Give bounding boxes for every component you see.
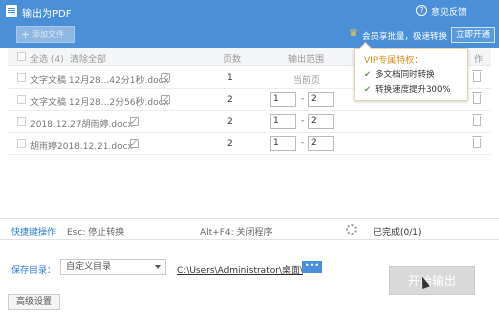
plus-icon: + bbox=[21, 28, 31, 41]
row-checkbox[interactable] bbox=[17, 95, 26, 104]
table-row: 胡雨婷2018.12.21.docx 2 1 - 2 bbox=[8, 133, 491, 155]
shortcut-esc: Esc: 停止转换 bbox=[67, 228, 125, 238]
row-checkbox[interactable] bbox=[17, 117, 26, 126]
add-file-label: 添加文件 bbox=[32, 30, 64, 39]
shortcut-title: 快捷键操作 bbox=[11, 228, 57, 238]
loading-spinner-icon bbox=[346, 224, 357, 235]
vip-feature-label: 多文档同时转换 bbox=[375, 70, 435, 80]
progress-status: 已完成(0/1) bbox=[373, 228, 422, 238]
vip-promo-text: 会员享批量，极速转换 bbox=[362, 32, 448, 42]
edit-icon[interactable] bbox=[130, 117, 139, 126]
advanced-settings-button[interactable]: 高级设置 bbox=[8, 294, 60, 310]
header-action: 作 bbox=[474, 55, 484, 65]
page-count: 2 bbox=[227, 139, 233, 149]
trash-icon[interactable] bbox=[472, 70, 482, 82]
range-from-input[interactable]: 1 bbox=[270, 92, 296, 107]
page-count: 1 bbox=[227, 73, 233, 83]
file-name: 2018.12.27胡雨婷.docx bbox=[30, 120, 133, 130]
chevron-down-icon bbox=[155, 265, 161, 269]
range-to-input[interactable]: 2 bbox=[308, 114, 334, 129]
crown-icon: ♛ bbox=[349, 28, 358, 39]
trash-icon[interactable] bbox=[472, 92, 482, 104]
header-range: 输出范围 bbox=[288, 55, 325, 65]
table-row: 2018.12.27胡雨婷.docx 2 1 - 2 bbox=[8, 111, 491, 133]
feedback-link[interactable]: 意见反馈 bbox=[431, 5, 467, 18]
save-path-link[interactable]: C:\Users\Administrator\桌面\ bbox=[177, 263, 303, 276]
range-to-input[interactable]: 2 bbox=[308, 92, 334, 107]
shortcut-alt-f4: Alt+F4: 关闭程序 bbox=[200, 228, 273, 238]
vip-tooltip: VIP专属特权： ✔ 多文档同时转换 ✔ 转换速度提升300% bbox=[354, 48, 468, 101]
edit-icon[interactable] bbox=[161, 95, 170, 104]
file-name: 胡雨婷2018.12.21.docx bbox=[30, 142, 133, 152]
check-icon: ✔ bbox=[364, 70, 372, 80]
title-bar: 输出为PDF ? 意见反馈 bbox=[0, 0, 499, 22]
range-dash: - bbox=[301, 116, 305, 126]
save-dir-option: 自定义目录 bbox=[66, 262, 112, 272]
vip-tooltip-title: VIP专属特权： bbox=[364, 56, 424, 66]
start-output-button[interactable]: 开始输出 bbox=[389, 266, 475, 295]
save-dir-select[interactable]: 自定义目录 bbox=[60, 259, 166, 275]
clear-all-link[interactable]: 清除全部 bbox=[70, 52, 106, 65]
file-name: 文字文稿 12月28...42分1秒.docx bbox=[30, 76, 169, 86]
question-icon[interactable]: ? bbox=[416, 5, 427, 16]
edit-icon[interactable] bbox=[161, 73, 170, 82]
header-pages: 页数 bbox=[223, 55, 242, 65]
vip-feature-item: ✔ 多文档同时转换 bbox=[364, 68, 435, 80]
page-count: 2 bbox=[227, 117, 233, 127]
range-dash: - bbox=[301, 94, 305, 104]
range-from-input[interactable]: 1 bbox=[270, 136, 296, 151]
browse-button[interactable]: ••• bbox=[302, 261, 322, 273]
vip-feature-item: ✔ 转换速度提升300% bbox=[364, 83, 450, 95]
row-checkbox[interactable] bbox=[17, 73, 26, 82]
range-to-input[interactable]: 2 bbox=[308, 136, 334, 151]
file-name: 文字文稿 12月28...2分56秒.docx bbox=[30, 98, 169, 108]
pdf-app-icon bbox=[6, 5, 17, 17]
save-dir-label: 保存目录： bbox=[11, 266, 57, 276]
trash-icon[interactable] bbox=[472, 136, 482, 148]
range-current-page: 当前页 bbox=[293, 76, 321, 86]
trash-icon[interactable] bbox=[472, 114, 482, 126]
toolbar: + 添加文件 ♛ 会员享批量，极速转换 立即开通 bbox=[0, 22, 499, 48]
add-file-button[interactable]: + 添加文件 bbox=[16, 26, 75, 43]
select-all-label: 全选 (4) bbox=[30, 55, 64, 65]
edit-icon[interactable] bbox=[130, 139, 139, 148]
vip-feature-label: 转换速度提升300% bbox=[375, 85, 451, 95]
page-count: 2 bbox=[227, 95, 233, 105]
range-dash: - bbox=[301, 138, 305, 148]
check-icon: ✔ bbox=[364, 85, 372, 95]
row-checkbox[interactable] bbox=[17, 139, 26, 148]
select-all-checkbox[interactable] bbox=[17, 52, 26, 61]
window-title: 输出为PDF bbox=[22, 9, 72, 20]
shortcut-bar: 快捷键操作 Esc: 停止转换 Alt+F4: 关闭程序 已完成(0/1) bbox=[0, 218, 499, 240]
range-from-input[interactable]: 1 bbox=[270, 114, 296, 129]
open-vip-button[interactable]: 立即开通 bbox=[451, 27, 495, 43]
